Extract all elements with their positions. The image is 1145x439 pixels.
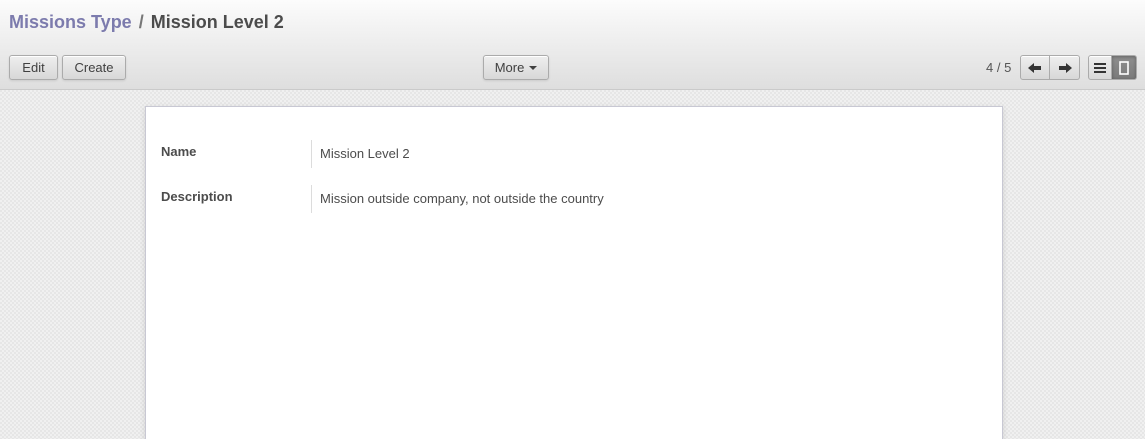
breadcrumb-current: Mission Level 2 [150, 12, 284, 32]
form-sheet: Name Mission Level 2 Description Mission… [145, 106, 1003, 439]
form-view-button[interactable] [1112, 55, 1137, 80]
more-dropdown-button[interactable]: More [483, 55, 549, 80]
description-label: Description [161, 189, 233, 204]
control-panel: Missions Type / Mission Level 2 Edit Cre… [0, 0, 1145, 90]
list-view-button[interactable] [1088, 55, 1112, 80]
description-value: Mission outside company, not outside the… [320, 191, 604, 206]
arrow-right-icon [1058, 62, 1072, 73]
create-button[interactable]: Create [62, 55, 126, 80]
pager-previous-button[interactable] [1020, 55, 1050, 80]
list-view-icon [1094, 62, 1106, 73]
pager-next-button[interactable] [1050, 55, 1080, 80]
create-button-label: Create [74, 60, 114, 75]
name-value: Mission Level 2 [320, 146, 410, 161]
field-divider [311, 140, 312, 168]
breadcrumb-parent-link[interactable]: Missions Type [9, 12, 132, 32]
pager-value: 4 / 5 [986, 60, 1012, 75]
edit-button[interactable]: Edit [9, 55, 58, 80]
breadcrumb: Missions Type / Mission Level 2 [9, 12, 284, 33]
name-label: Name [161, 144, 197, 159]
edit-button-label: Edit [22, 60, 45, 75]
pager-buttons [1020, 55, 1080, 80]
caret-down-icon [529, 66, 538, 70]
field-divider [311, 185, 312, 213]
form-view-icon [1119, 60, 1129, 75]
breadcrumb-separator: / [138, 12, 144, 32]
arrow-left-icon [1028, 62, 1041, 73]
more-button-label: More [494, 60, 525, 75]
view-switcher [1088, 55, 1137, 80]
